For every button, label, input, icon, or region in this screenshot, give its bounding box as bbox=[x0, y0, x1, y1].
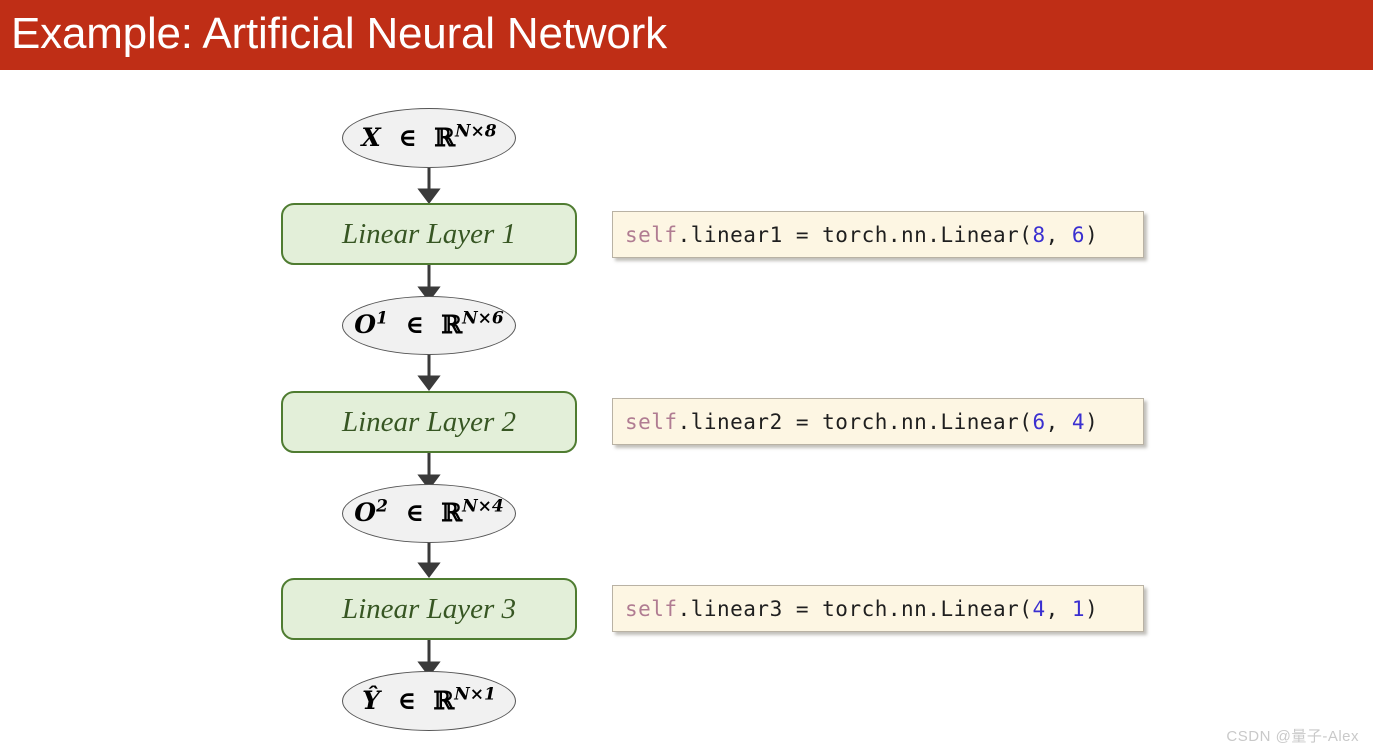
node-input-tensor-label: X ∈ ℝN×8 bbox=[361, 121, 497, 152]
code3-arg-out: 1 bbox=[1071, 596, 1086, 621]
code2-comma: , bbox=[1045, 409, 1072, 434]
code-callout-linear1[interactable]: self .linear1 = torch.nn.Linear(8, 6) bbox=[612, 211, 1144, 258]
code1-comma: , bbox=[1045, 222, 1072, 247]
csdn-watermark: CSDN @量子-Alex bbox=[1226, 728, 1359, 745]
neural-network-flowchart: X ∈ ℝN×8 Linear Layer 1 O1 ∈ ℝN×6 Linear… bbox=[0, 70, 1373, 752]
node-output-tensor-1[interactable]: O1 ∈ ℝN×6 bbox=[342, 296, 516, 355]
code2-arg-out: 4 bbox=[1071, 409, 1086, 434]
node-prediction-output-label: Ŷ ∈ ℝN×1 bbox=[362, 684, 496, 715]
node-linear-layer-3[interactable]: Linear Layer 3 bbox=[281, 578, 577, 640]
node-linear-layer-2[interactable]: Linear Layer 2 bbox=[281, 391, 577, 453]
node-output-tensor-2[interactable]: O2 ∈ ℝN×4 bbox=[342, 484, 516, 543]
code2-keyword-self: self bbox=[625, 409, 678, 434]
code2-arg-in: 6 bbox=[1032, 409, 1046, 434]
code2-close-paren: ) bbox=[1085, 409, 1099, 434]
code1-arg-out: 6 bbox=[1071, 222, 1086, 247]
code-callout-linear2[interactable]: self .linear2 = torch.nn.Linear(6, 4) bbox=[612, 398, 1144, 445]
code1-close-paren: ) bbox=[1085, 222, 1099, 247]
slide-header-bar: Example: Artificial Neural Network bbox=[0, 0, 1373, 70]
page-title: Example: Artificial Neural Network bbox=[11, 9, 667, 58]
node-linear-layer-2-label: Linear Layer 2 bbox=[342, 405, 516, 438]
node-prediction-output[interactable]: Ŷ ∈ ℝN×1 bbox=[342, 671, 516, 731]
code1-arg-in: 8 bbox=[1032, 222, 1046, 247]
node-input-tensor[interactable]: X ∈ ℝN×8 bbox=[342, 108, 516, 168]
node-linear-layer-3-label: Linear Layer 3 bbox=[342, 592, 516, 625]
code1-expression: .linear1 = torch.nn.Linear( bbox=[677, 222, 1033, 247]
code1-keyword-self: self bbox=[625, 222, 678, 247]
code-callout-linear3[interactable]: self .linear3 = torch.nn.Linear(4, 1) bbox=[612, 585, 1144, 632]
node-output-tensor-2-label: O2 ∈ ℝN×4 bbox=[354, 496, 504, 527]
code3-close-paren: ) bbox=[1085, 596, 1099, 621]
node-linear-layer-1-label: Linear Layer 1 bbox=[342, 217, 516, 250]
node-output-tensor-1-label: O1 ∈ ℝN×6 bbox=[354, 308, 504, 339]
code3-comma: , bbox=[1045, 596, 1072, 621]
code2-expression: .linear2 = torch.nn.Linear( bbox=[677, 409, 1033, 434]
node-linear-layer-1[interactable]: Linear Layer 1 bbox=[281, 203, 577, 265]
code3-arg-in: 4 bbox=[1032, 596, 1046, 621]
code3-expression: .linear3 = torch.nn.Linear( bbox=[677, 596, 1033, 621]
code3-keyword-self: self bbox=[625, 596, 678, 621]
